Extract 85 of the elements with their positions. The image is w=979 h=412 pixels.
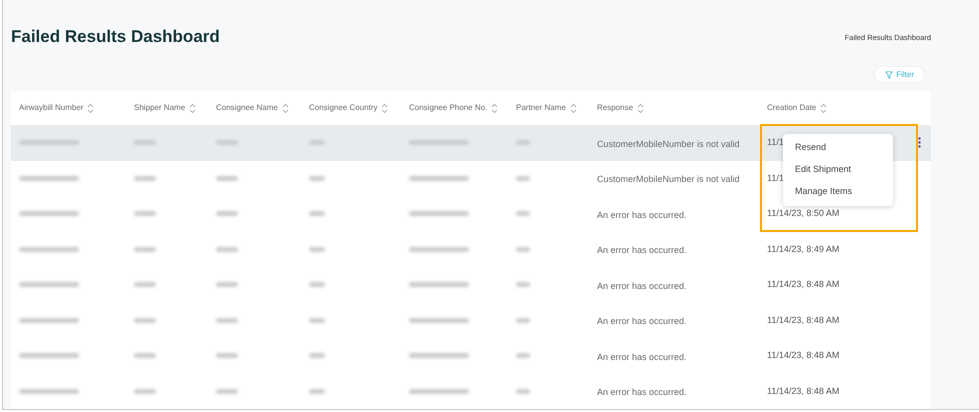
sort-icon bbox=[637, 102, 644, 114]
sort-icon bbox=[189, 102, 196, 114]
table-cell-text: 11/14/23, 8:48 AM bbox=[767, 349, 840, 362]
redacted-text bbox=[19, 353, 79, 358]
column-header: Partner Name bbox=[516, 102, 566, 114]
redacted-text bbox=[516, 140, 530, 146]
redacted-text bbox=[19, 140, 79, 146]
more-options-icon[interactable] bbox=[918, 137, 921, 148]
redacted-text bbox=[216, 282, 238, 288]
redacted-text bbox=[516, 318, 530, 323]
redacted-text bbox=[409, 211, 469, 216]
redacted-text bbox=[216, 318, 238, 323]
redacted-text bbox=[19, 388, 79, 394]
table-cell-text: 11/14/23, 8:49 AM bbox=[767, 242, 840, 256]
redacted-text bbox=[19, 318, 79, 323]
redacted-text bbox=[309, 282, 325, 288]
column-header: Creation Date bbox=[767, 102, 816, 114]
redacted-text bbox=[309, 353, 325, 358]
table-cell: An error has occurred. bbox=[597, 210, 687, 220]
table-cell: CustomerMobileNumber is not valid bbox=[597, 174, 740, 184]
table-cell: An error has occurred. bbox=[597, 387, 687, 398]
redacted-text bbox=[134, 176, 156, 181]
sort-icon bbox=[282, 102, 289, 114]
sort-icon bbox=[820, 102, 828, 114]
redacted-text bbox=[216, 246, 238, 252]
redacted-text bbox=[216, 211, 238, 216]
sort-icon bbox=[570, 102, 577, 114]
filter-icon bbox=[885, 70, 894, 78]
redacted-text bbox=[134, 318, 156, 323]
redacted-text bbox=[216, 353, 238, 358]
column-header: Consignee Name bbox=[216, 102, 278, 114]
column-header: Airwaybill Number bbox=[19, 102, 84, 114]
redacted-text bbox=[409, 176, 469, 181]
menu-item[interactable]: Resend bbox=[783, 137, 893, 159]
table-cell-text: 11/1 bbox=[767, 136, 784, 149]
redacted-text bbox=[409, 388, 469, 394]
table-cell-text: 11/14/23, 8:48 AM bbox=[767, 384, 840, 398]
table-cell-text: 11/1 bbox=[767, 172, 784, 184]
table-cell: An error has occurred. bbox=[597, 245, 687, 256]
column-header: Response bbox=[597, 102, 634, 114]
table-cell: An error has occurred. bbox=[597, 316, 687, 326]
redacted-text bbox=[409, 140, 469, 146]
table-cell-text: 11/14/23, 8:48 AM bbox=[767, 314, 840, 326]
table-cell: CustomerMobileNumber is not valid bbox=[597, 138, 740, 149]
column-header: Consignee Phone No. bbox=[409, 102, 488, 114]
redacted-text bbox=[309, 176, 325, 181]
redacted-text bbox=[19, 176, 79, 181]
redacted-text bbox=[516, 282, 530, 288]
redacted-text bbox=[134, 211, 156, 216]
redacted-text bbox=[409, 246, 469, 252]
sort-icon bbox=[87, 102, 94, 114]
page-title: Failed Results Dashboard bbox=[11, 27, 220, 47]
redacted-text bbox=[516, 246, 530, 252]
redacted-text bbox=[134, 282, 156, 288]
column-header: Shipper Name bbox=[134, 102, 186, 114]
redacted-text bbox=[134, 140, 156, 146]
redacted-text bbox=[309, 211, 325, 216]
redacted-text bbox=[134, 353, 156, 358]
redacted-text bbox=[309, 140, 325, 146]
redacted-text bbox=[134, 388, 156, 394]
redacted-text bbox=[19, 246, 79, 252]
redacted-text bbox=[19, 282, 79, 288]
sort-icon bbox=[491, 102, 498, 114]
redacted-text bbox=[19, 211, 79, 216]
menu-item[interactable]: Edit Shipment bbox=[783, 159, 893, 181]
redacted-text bbox=[309, 318, 325, 323]
redacted-text bbox=[216, 176, 238, 181]
table-cell: An error has occurred. bbox=[597, 280, 687, 291]
redacted-text bbox=[309, 388, 325, 394]
redacted-text bbox=[216, 388, 238, 394]
redacted-text bbox=[216, 140, 238, 146]
table-cell: An error has occurred. bbox=[597, 352, 687, 362]
redacted-text bbox=[516, 211, 530, 216]
redacted-text bbox=[134, 246, 156, 252]
table-cell-text: 11/14/23, 8:50 AM bbox=[767, 207, 840, 220]
redacted-text bbox=[309, 246, 325, 252]
sort-icon bbox=[381, 102, 388, 114]
column-header: Consignee Country bbox=[309, 102, 378, 114]
redacted-text bbox=[516, 176, 530, 181]
redacted-text bbox=[409, 282, 469, 288]
redacted-text bbox=[516, 388, 530, 394]
redacted-text bbox=[409, 318, 469, 323]
table-cell-text: 11/14/23, 8:48 AM bbox=[767, 278, 840, 291]
redacted-text bbox=[409, 353, 469, 358]
redacted-text bbox=[516, 353, 530, 358]
